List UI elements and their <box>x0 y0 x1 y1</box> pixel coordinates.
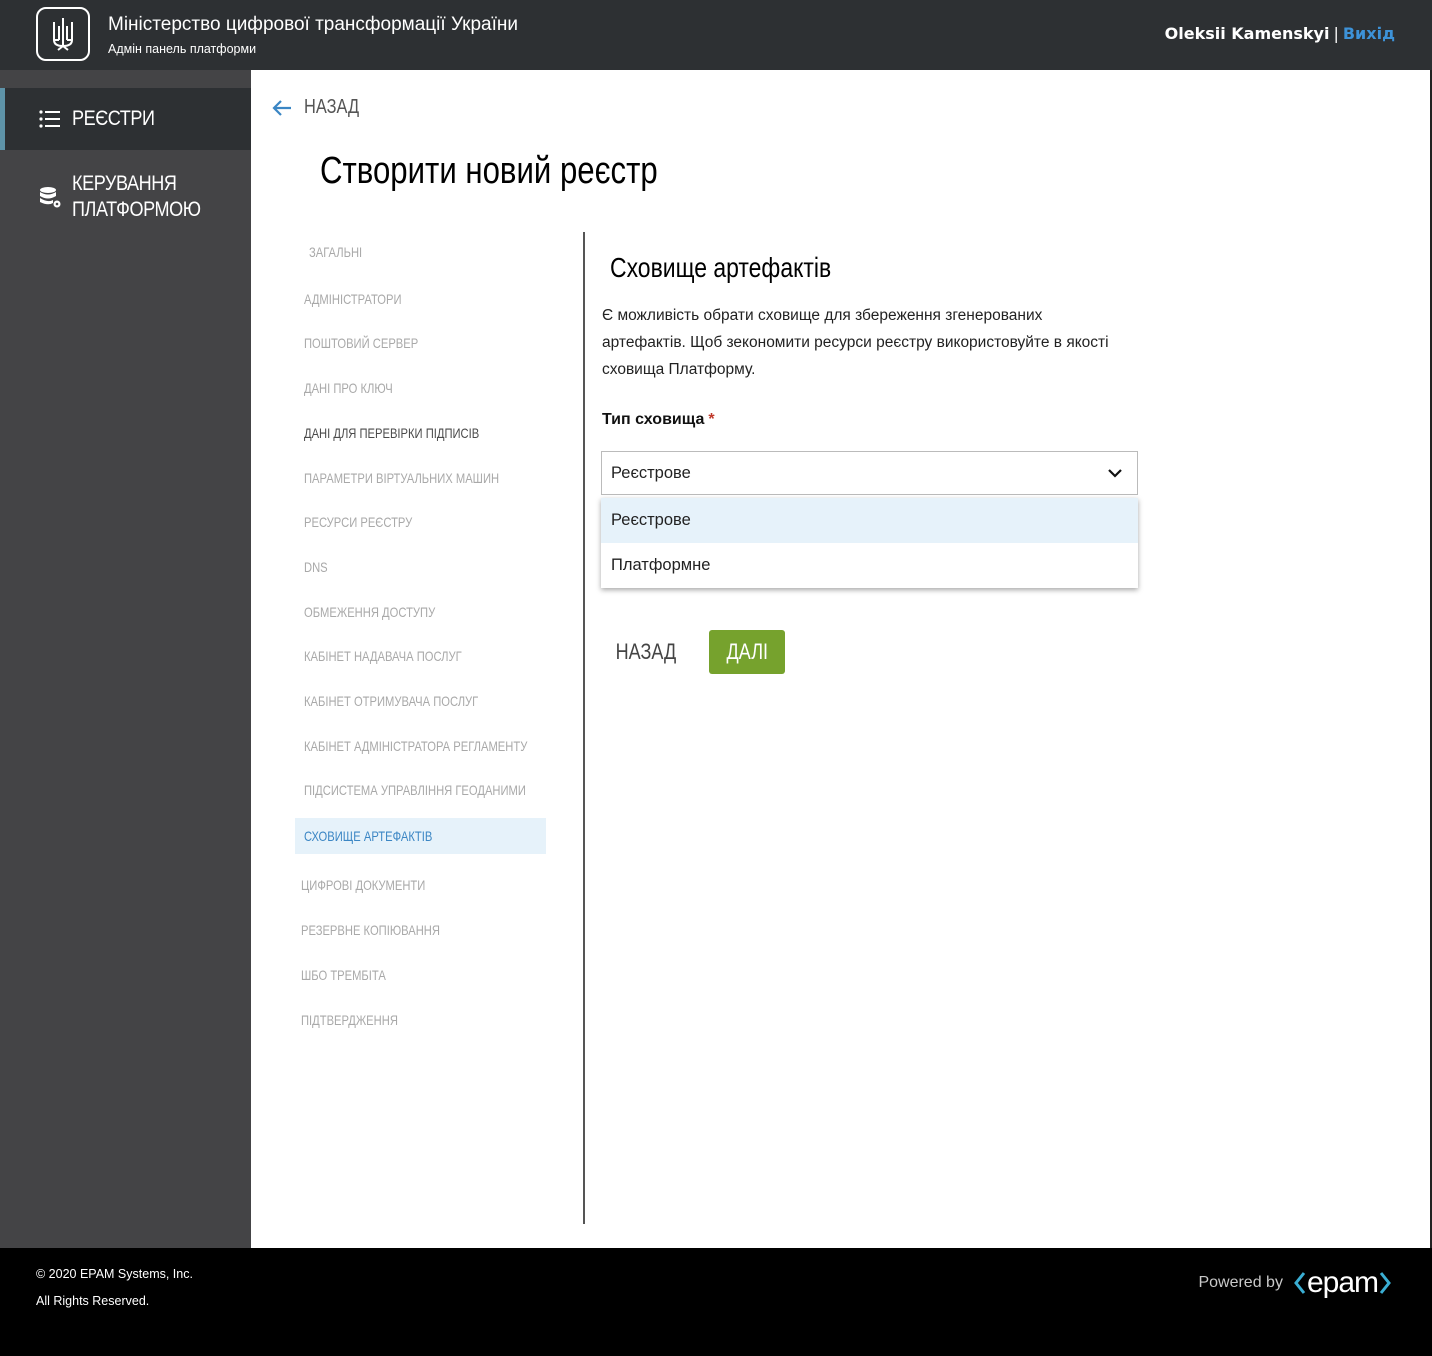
logout-link[interactable]: Вихід <box>1343 24 1395 43</box>
step-regulation-admin-cabinet[interactable]: КАБІНЕТ АДМІНІСТРАТОРА РЕГЛАМЕНТУ <box>295 728 546 764</box>
footer: © 2020 EPAM Systems, Inc. All Rights Res… <box>0 1248 1432 1356</box>
copyright: © 2020 EPAM Systems, Inc. <box>36 1267 193 1281</box>
org-branding: Міністерство цифрової трансформації Укра… <box>108 13 518 58</box>
step-label: ПОШТОВИЙ СЕРВЕР <box>304 335 419 351</box>
rights-reserved: All Rights Reserved. <box>36 1294 150 1308</box>
step-artifact-storage[interactable]: СХОВИЩЕ АРТЕФАКТІВ <box>295 818 546 854</box>
user-area: Oleksii Kamenskyi | Вихід <box>1165 24 1395 43</box>
step-digital-documents[interactable]: ЦИФРОВІ ДОКУМЕНТИ <box>295 867 546 903</box>
step-administrators[interactable]: АДМІНІСТРАТОРИ <box>295 281 546 317</box>
back-button-label: НАЗАД <box>615 639 677 664</box>
bracket-right-icon <box>1379 1272 1391 1294</box>
select-value: Реєстрове <box>611 463 691 482</box>
step-label: ДАНІ ПРО КЛЮЧ <box>304 380 393 396</box>
step-label: РЕЗЕРВНЕ КОПІЮВАННЯ <box>301 922 440 938</box>
sidebar-item-registries[interactable]: РЕЄСТРИ <box>0 88 251 150</box>
trident-logo-icon[interactable] <box>36 7 90 61</box>
field-label-text: Тип сховища <box>602 411 705 428</box>
steps-divider <box>583 232 585 1224</box>
sidebar-item-label: РЕЄСТРИ <box>72 107 155 130</box>
step-trembita[interactable]: ШБО ТРЕМБІТА <box>295 957 546 993</box>
step-label: ОБМЕЖЕННЯ ДОСТУПУ <box>304 604 436 620</box>
step-geodata[interactable]: ПІДСИСТЕМА УПРАВЛІННЯ ГЕОДАНИМИ <box>295 772 546 808</box>
step-label: СХОВИЩЕ АРТЕФАКТІВ <box>304 828 433 844</box>
option-registry[interactable]: Реєстрове <box>601 498 1138 543</box>
brand-name: epam <box>1306 1266 1379 1299</box>
step-recipient-cabinet[interactable]: КАБІНЕТ ОТРИМУВАЧА ПОСЛУГ <box>295 683 546 719</box>
bracket-left-icon <box>1294 1272 1306 1294</box>
org-subtitle: Адмін панель платформи <box>108 42 257 56</box>
app-header: Міністерство цифрової трансформації Укра… <box>0 0 1432 70</box>
storage-type-menu: Реєстрове Платформне <box>601 498 1138 588</box>
step-label: ШБО ТРЕМБІТА <box>301 967 386 983</box>
list-icon <box>39 110 60 128</box>
database-gear-icon <box>40 187 61 208</box>
step-backup[interactable]: РЕЗЕРВНЕ КОПІЮВАННЯ <box>295 912 546 948</box>
step-label: ПАРАМЕТРИ ВІРТУАЛЬНИХ МАШИН <box>304 470 500 486</box>
step-label: ЦИФРОВІ ДОКУМЕНТИ <box>301 877 426 893</box>
separator: | <box>1333 24 1339 43</box>
step-label: АДМІНІСТРАТОРИ <box>304 291 402 307</box>
sidebar-item-label: КЕРУВАННЯ ПЛАТФОРМОЮ <box>72 171 201 223</box>
required-mark: * <box>708 411 715 428</box>
step-label: DNS <box>304 559 328 575</box>
arrow-left-icon <box>272 99 291 116</box>
step-vm-params[interactable]: ПАРАМЕТРИ ВІРТУАЛЬНИХ МАШИН <box>295 460 546 496</box>
step-provider-cabinet[interactable]: КАБІНЕТ НАДАВАЧА ПОСЛУГ <box>295 638 546 674</box>
next-button[interactable]: ДАЛІ <box>709 630 785 674</box>
step-access-restrictions[interactable]: ОБМЕЖЕННЯ ДОСТУПУ <box>295 594 546 630</box>
option-platform[interactable]: Платформне <box>601 543 1138 588</box>
label-line1: КЕРУВАННЯ <box>72 172 177 195</box>
label-line2: ПЛАТФОРМОЮ <box>72 198 201 221</box>
step-confirmation[interactable]: ПІДТВЕРДЖЕННЯ <box>295 1002 546 1038</box>
powered-by-label: Powered by <box>1198 1274 1283 1291</box>
chevron-down-icon <box>1108 469 1122 478</box>
org-title: Міністерство цифрової трансформації Укра… <box>108 14 519 35</box>
step-signature-verification[interactable]: ДАНІ ДЛЯ ПЕРЕВІРКИ ПІДПИСІВ <box>295 415 546 451</box>
sidebar-item-platform-management[interactable]: КЕРУВАННЯ ПЛАТФОРМОЮ <box>0 166 251 228</box>
step-label: РЕСУРСИ РЕЄСТРУ <box>304 514 413 530</box>
step-label: ДАНІ ДЛЯ ПЕРЕВІРКИ ПІДПИСІВ <box>304 425 480 441</box>
step-key-data[interactable]: ДАНІ ПРО КЛЮЧ <box>295 370 546 406</box>
next-button-label: ДАЛІ <box>726 639 768 664</box>
back-link[interactable]: НАЗАД <box>272 96 371 119</box>
step-label: КАБІНЕТ НАДАВАЧА ПОСЛУГ <box>304 648 462 664</box>
step-general[interactable]: ЗАГАЛЬНІ <box>295 234 546 270</box>
section-description: Є можливість обрати сховище для збережен… <box>602 307 1109 378</box>
step-label: ПІДСИСТЕМА УПРАВЛІННЯ ГЕОДАНИМИ <box>304 782 526 798</box>
page-title: Створити новий реєстр <box>320 150 658 192</box>
storage-type-label: Тип сховища * <box>602 411 715 429</box>
sidebar: РЕЄСТРИ КЕРУВАННЯ ПЛАТФОРМОЮ <box>0 70 251 1248</box>
step-label: ЗАГАЛЬНІ <box>309 244 363 260</box>
step-mail-server[interactable]: ПОШТОВИЙ СЕРВЕР <box>295 325 546 361</box>
storage-type-select[interactable]: Реєстрове <box>601 451 1138 495</box>
step-dns[interactable]: DNS <box>295 549 546 585</box>
back-link-label: НАЗАД <box>304 96 360 118</box>
step-label: КАБІНЕТ ОТРИМУВАЧА ПОСЛУГ <box>304 693 479 709</box>
step-label: ПІДТВЕРДЖЕННЯ <box>301 1012 398 1028</box>
user-name: Oleksii Kamenskyi <box>1164 24 1330 43</box>
back-button[interactable]: НАЗАД <box>605 630 687 674</box>
step-registry-resources[interactable]: РЕСУРСИ РЕЄСТРУ <box>295 504 546 540</box>
epam-logo[interactable]: epam <box>1293 1266 1392 1300</box>
step-label: КАБІНЕТ АДМІНІСТРАТОРА РЕГЛАМЕНТУ <box>304 738 528 754</box>
section-title: Сховище артефактів <box>610 252 832 283</box>
powered-by: Powered by epam <box>1198 1266 1392 1300</box>
trident-icon <box>53 18 73 51</box>
